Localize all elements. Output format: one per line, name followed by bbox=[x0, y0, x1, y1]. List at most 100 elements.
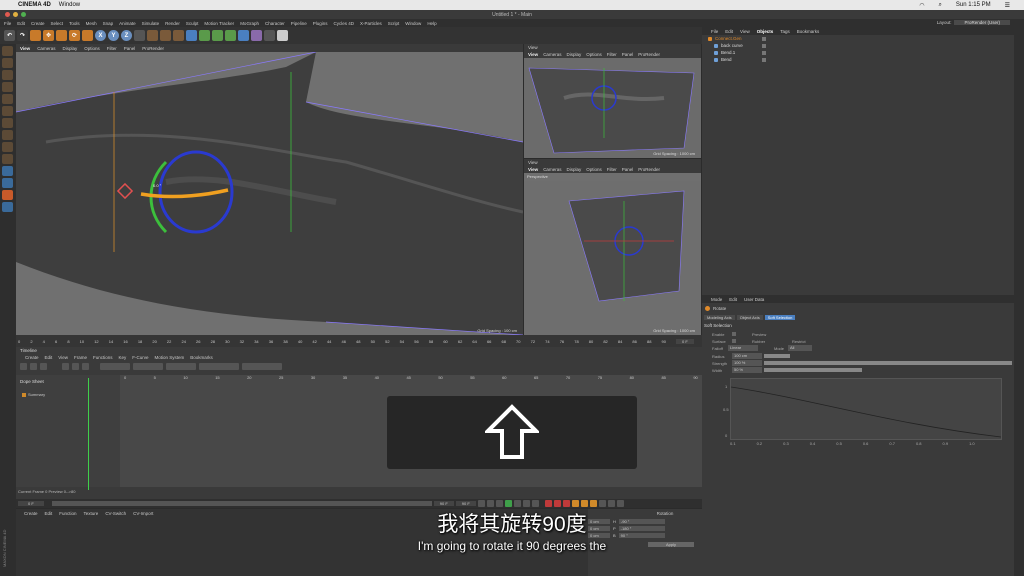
go-to-start-icon[interactable] bbox=[477, 500, 485, 507]
viewport-menu-item[interactable]: ProRender bbox=[142, 46, 164, 51]
app-menu[interactable]: CINEMA 4D bbox=[18, 2, 51, 8]
mode-select[interactable]: All bbox=[788, 345, 812, 351]
bottom-right-viewport[interactable]: View View Cameras Display Options Filter Pane… bbox=[524, 159, 701, 335]
tool-icon[interactable] bbox=[82, 362, 89, 370]
undo-icon[interactable]: ↶ bbox=[4, 30, 15, 41]
key-icon[interactable] bbox=[20, 362, 27, 370]
object-name[interactable]: Connect.Gen bbox=[715, 36, 742, 41]
menu-item[interactable]: Create bbox=[31, 21, 45, 26]
camera-icon[interactable] bbox=[264, 30, 275, 41]
viewport-menu-item[interactable]: Options bbox=[586, 167, 602, 172]
array-icon[interactable] bbox=[225, 30, 236, 41]
right-edge-tabs[interactable] bbox=[1014, 27, 1024, 576]
rotation-key-icon[interactable] bbox=[589, 500, 597, 507]
enable-checkbox[interactable] bbox=[732, 332, 736, 336]
close-icon[interactable] bbox=[5, 12, 10, 17]
subdivision-icon[interactable] bbox=[212, 30, 223, 41]
menu-item[interactable]: Cycles 4D bbox=[334, 21, 355, 26]
viewport-menu-item[interactable]: View bbox=[20, 46, 30, 51]
tool-group[interactable] bbox=[100, 362, 130, 370]
key-icon[interactable] bbox=[40, 362, 47, 370]
menu-icon[interactable]: ☰ bbox=[1005, 2, 1010, 9]
visibility-icon[interactable] bbox=[762, 36, 766, 41]
points-mode-icon[interactable] bbox=[2, 94, 13, 104]
top-right-viewport[interactable]: View View Cameras Display Options Filter Pane… bbox=[524, 44, 701, 158]
render-view-icon[interactable] bbox=[147, 30, 158, 41]
key-icon[interactable] bbox=[30, 362, 37, 370]
keyframe-selection-icon[interactable] bbox=[562, 500, 570, 507]
menu-item[interactable]: Plugins bbox=[313, 21, 328, 26]
move-icon[interactable]: ✥ bbox=[43, 30, 54, 41]
viewport-menu-item[interactable]: View bbox=[528, 52, 538, 57]
menu-item[interactable]: Edit bbox=[17, 21, 25, 26]
autokey-icon[interactable] bbox=[553, 500, 561, 507]
tool-group[interactable] bbox=[166, 362, 196, 370]
tool-group[interactable] bbox=[133, 362, 163, 370]
attribute-menu-item[interactable]: Mode bbox=[711, 297, 722, 302]
menu-item[interactable]: Help bbox=[427, 21, 436, 26]
y-axis-button[interactable]: Y bbox=[108, 30, 119, 41]
lock-workplane-icon[interactable] bbox=[2, 178, 13, 188]
attribute-menu-item[interactable]: User Data bbox=[744, 297, 764, 302]
summary-row[interactable]: Summary bbox=[16, 392, 120, 397]
viewport-menu-item[interactable]: Display bbox=[566, 52, 581, 57]
menu-item[interactable]: Sculpt bbox=[186, 21, 199, 26]
width-slider[interactable] bbox=[764, 368, 862, 372]
rotate-icon[interactable]: ⟳ bbox=[69, 30, 80, 41]
menu-item[interactable]: MoGraph bbox=[240, 21, 259, 26]
viewport-menu-item[interactable]: Options bbox=[84, 46, 100, 51]
viewport-menu-item[interactable]: Panel bbox=[622, 52, 634, 57]
go-to-end-icon[interactable] bbox=[531, 500, 539, 507]
timeline-menu-item[interactable]: Frame bbox=[74, 355, 87, 360]
start-frame-field[interactable]: 0 F bbox=[18, 501, 44, 506]
viewport-menu-item[interactable]: Display bbox=[62, 46, 77, 51]
workplane-icon[interactable] bbox=[2, 82, 13, 92]
object-name[interactable]: Bend bbox=[721, 57, 732, 62]
viewport-menu-item[interactable]: Filter bbox=[107, 46, 117, 51]
menu-item[interactable]: Motion Tracker bbox=[204, 21, 234, 26]
position-key-icon[interactable] bbox=[571, 500, 579, 507]
tab-object-axis[interactable]: Object Axis bbox=[736, 314, 763, 320]
strength-slider[interactable] bbox=[764, 361, 1012, 365]
object-menu-item[interactable]: Edit bbox=[725, 29, 733, 34]
make-editable-icon[interactable] bbox=[2, 46, 13, 56]
visibility-icon[interactable] bbox=[762, 57, 766, 62]
menu-item[interactable]: Animate bbox=[119, 21, 136, 26]
timeline-menu-item[interactable]: F-Curve bbox=[132, 355, 148, 360]
z-axis-button[interactable]: Z bbox=[121, 30, 132, 41]
object-row[interactable]: Bend.1 bbox=[702, 49, 1014, 56]
menu-item[interactable]: Pipeline bbox=[291, 21, 307, 26]
menu-item[interactable]: X-Particles bbox=[360, 21, 382, 26]
x-axis-button[interactable]: X bbox=[95, 30, 106, 41]
tool-icon[interactable] bbox=[62, 362, 69, 370]
strength-field[interactable]: 100 % bbox=[732, 360, 762, 366]
recent-tool-icon[interactable] bbox=[82, 30, 93, 41]
viewport-menu-item[interactable]: Cameras bbox=[543, 52, 561, 57]
tool-icon[interactable] bbox=[72, 362, 79, 370]
radius-slider[interactable] bbox=[764, 354, 790, 358]
tool-group[interactable] bbox=[242, 362, 282, 370]
model-mode-icon[interactable] bbox=[2, 58, 13, 68]
search-icon[interactable]: ⌕ bbox=[939, 2, 942, 9]
object-menu-item[interactable]: Bookmarks bbox=[797, 29, 820, 34]
light-icon[interactable] bbox=[277, 30, 288, 41]
polygons-mode-icon[interactable] bbox=[2, 118, 13, 128]
sculpt-icon[interactable] bbox=[2, 166, 13, 176]
timeline-menu-item[interactable]: Bookmarks bbox=[190, 355, 213, 360]
playhead[interactable] bbox=[88, 378, 89, 490]
frame-range-slider[interactable] bbox=[51, 501, 432, 506]
tweak-mode-icon[interactable] bbox=[2, 142, 13, 152]
menu-item[interactable]: Snap bbox=[103, 21, 114, 26]
maximize-icon[interactable] bbox=[21, 12, 26, 17]
param-key-icon[interactable] bbox=[598, 500, 606, 507]
menu-item[interactable]: Character bbox=[265, 21, 285, 26]
viewport-menu-item[interactable]: Cameras bbox=[543, 167, 561, 172]
menu-item[interactable]: Render bbox=[165, 21, 180, 26]
snap-icon[interactable] bbox=[2, 154, 13, 164]
pla-key-icon[interactable] bbox=[607, 500, 615, 507]
menu-item[interactable]: File bbox=[4, 21, 11, 26]
object-name[interactable]: back curve bbox=[721, 43, 743, 48]
viewport-menu-item[interactable]: Panel bbox=[622, 167, 634, 172]
falloff-select[interactable]: Linear bbox=[728, 345, 758, 351]
previous-frame-icon[interactable] bbox=[495, 500, 503, 507]
